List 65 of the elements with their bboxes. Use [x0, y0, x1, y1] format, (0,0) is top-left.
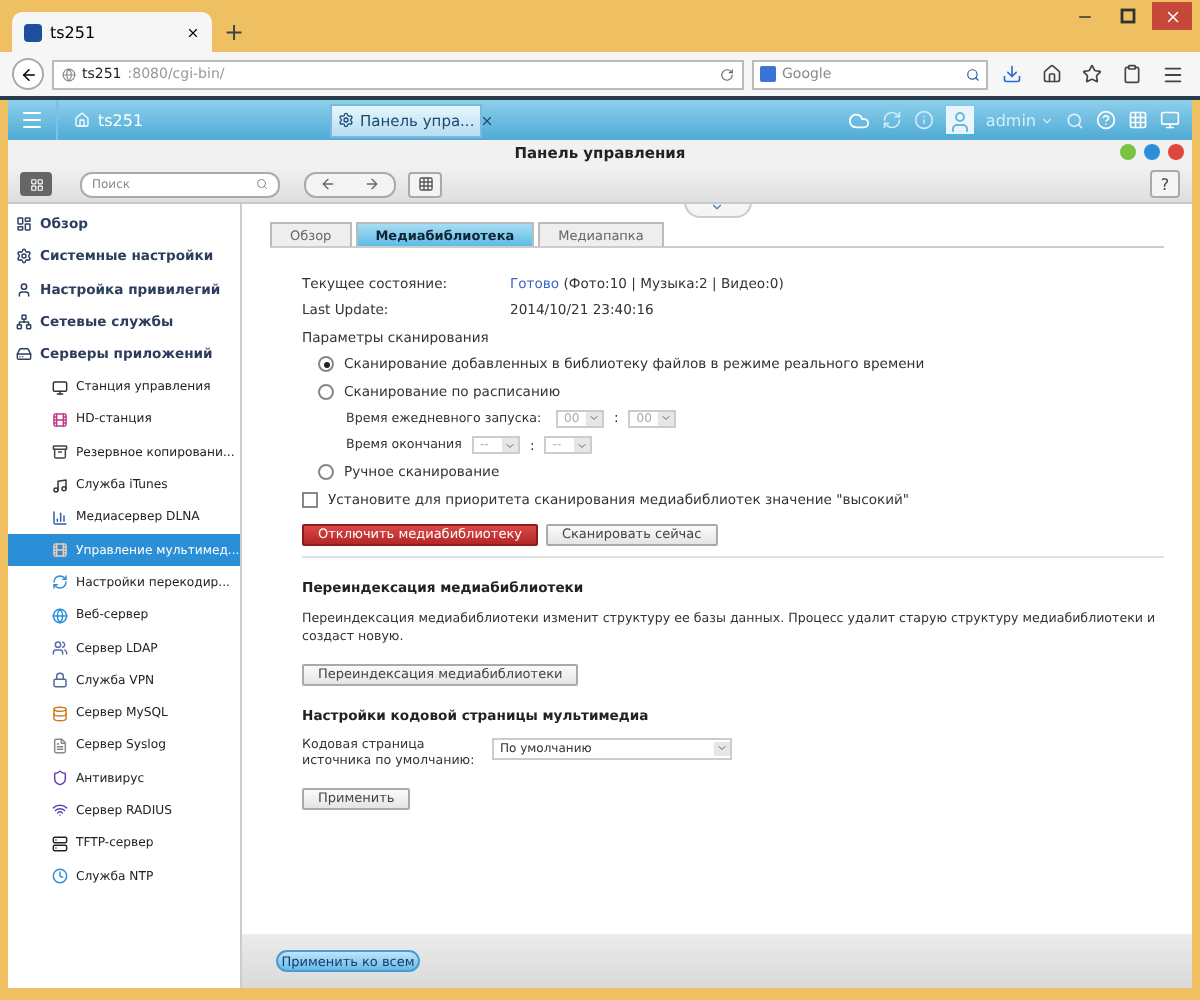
archive-icon [52, 444, 68, 461]
minimize-button[interactable] [1120, 144, 1136, 160]
new-tab-button[interactable]: + [224, 18, 245, 52]
globe-icon [52, 607, 68, 624]
avatar-icon[interactable] [945, 106, 974, 134]
sidebar-toggle-button[interactable] [20, 172, 52, 196]
wifi-icon [52, 802, 68, 819]
chart-icon [52, 509, 68, 526]
network-icon [16, 314, 32, 331]
users-icon [52, 640, 68, 656]
lock-icon [52, 672, 68, 689]
browser-tab[interactable]: ts251 [12, 12, 212, 52]
caret-icon [586, 411, 602, 426]
chevron-icon [710, 204, 724, 214]
info-icon[interactable] [913, 110, 934, 130]
back-arrow-icon [320, 176, 336, 192]
search-icon[interactable] [966, 67, 980, 81]
server-icon [52, 835, 68, 852]
user-icon [16, 281, 32, 298]
database-icon [52, 705, 68, 722]
monitor-icon [52, 379, 68, 396]
caret-icon [1040, 113, 1054, 127]
close-button[interactable] [1168, 144, 1184, 160]
drive-icon [16, 346, 32, 363]
refresh-icon [52, 574, 68, 591]
cloud-icon[interactable] [847, 109, 870, 131]
shield-icon [52, 770, 68, 787]
reload-icon[interactable] [720, 67, 734, 81]
maximize-icon [1120, 8, 1136, 24]
search-engine-icon [760, 66, 776, 82]
film-icon [52, 542, 68, 559]
radio-button[interactable] [318, 356, 334, 373]
gear-icon [338, 112, 354, 128]
home-icon [74, 112, 90, 128]
clock-icon [52, 868, 68, 885]
menu-icon [20, 108, 44, 132]
collapse-handle[interactable] [683, 204, 751, 218]
globe-icon [62, 67, 76, 81]
search-icon [256, 178, 268, 190]
refresh-icon[interactable] [881, 110, 902, 130]
close-icon [1163, 7, 1181, 25]
caret-icon [714, 741, 730, 755]
grid-icon [29, 177, 43, 191]
back-arrow-icon [19, 65, 37, 83]
film-icon [52, 411, 68, 428]
forward-arrow-icon [364, 176, 380, 192]
music-icon [52, 477, 68, 494]
checkbox[interactable] [302, 491, 318, 508]
document-icon [52, 737, 68, 754]
close-icon[interactable] [186, 25, 200, 39]
monitor-icon[interactable] [1160, 110, 1180, 130]
caret-icon [502, 438, 518, 453]
radio-button[interactable] [318, 464, 334, 481]
site-icon [24, 23, 42, 41]
dashboard-icon [16, 216, 32, 233]
gear-icon [16, 248, 32, 265]
radio-button[interactable] [318, 383, 334, 400]
back-button[interactable] [12, 58, 44, 90]
help-icon[interactable] [1096, 110, 1116, 130]
caret-icon [658, 411, 675, 426]
caret-icon [574, 438, 591, 453]
help-button[interactable]: ? [1150, 170, 1180, 198]
grid-icon [417, 176, 433, 192]
grid-icon[interactable] [1128, 110, 1148, 130]
apps-button[interactable] [408, 171, 442, 197]
